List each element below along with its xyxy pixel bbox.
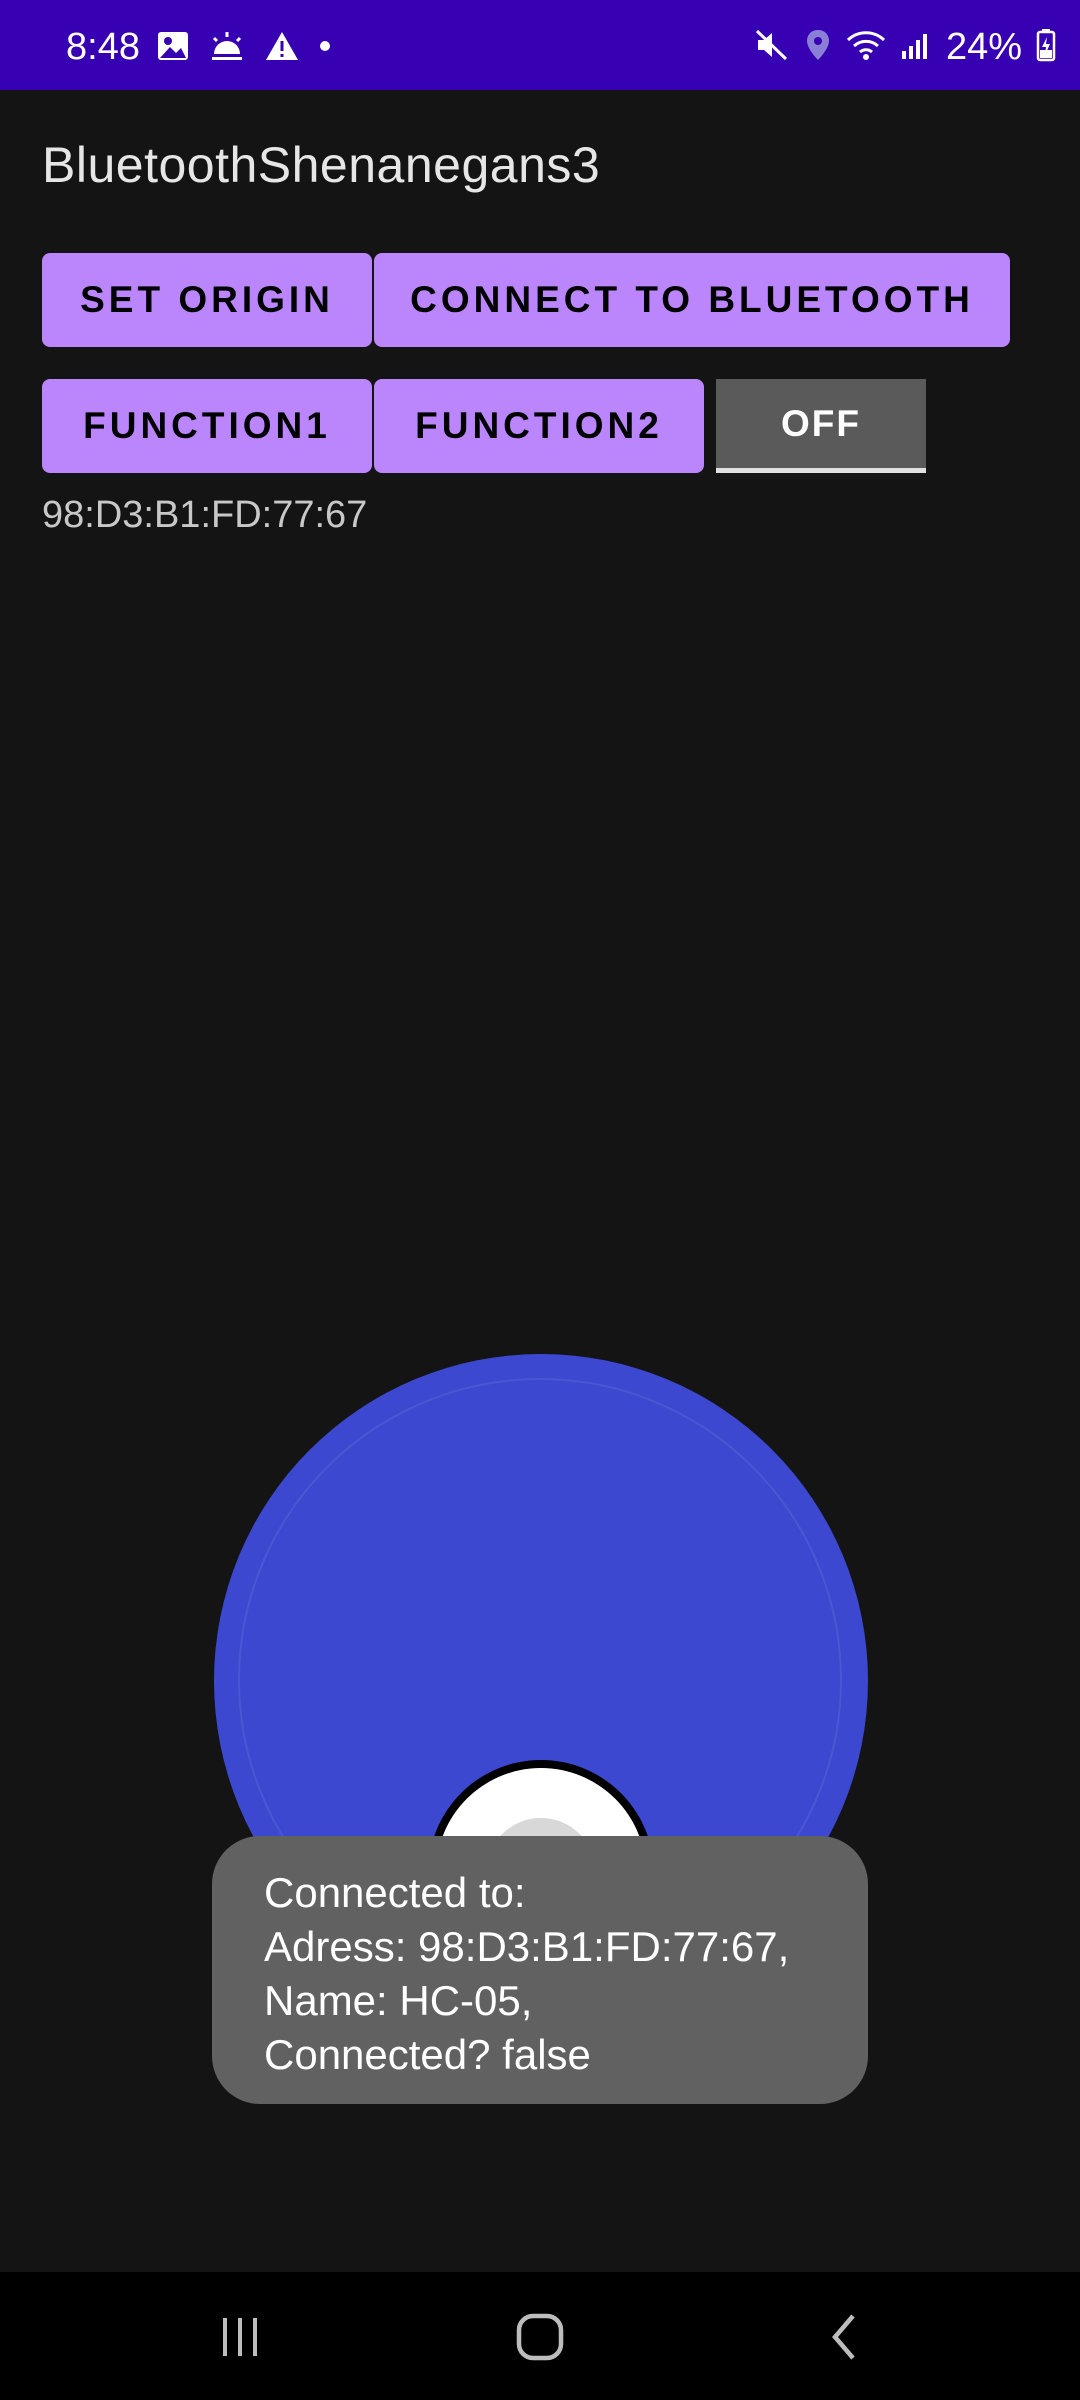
toast-line: Name: HC-05, [264,1977,533,2024]
dot-icon [318,39,332,58]
wifi-icon [846,28,886,67]
battery-percent: 24% [945,26,1022,68]
recents-icon[interactable] [195,2302,285,2372]
signal-icon [900,29,932,66]
function1-button[interactable]: FUNCTION1 [42,379,372,473]
location-icon [804,28,832,67]
off-toggle-button[interactable]: OFF [716,379,926,473]
connect-bluetooth-button[interactable]: CONNECT TO BLUETOOTH [374,253,1010,347]
toast-line: Adress: 98:D3:B1:FD:77:67, [264,1923,790,1970]
mute-icon [754,28,790,67]
weather-icon [208,30,246,67]
status-time: 8:48 [66,26,140,68]
back-icon[interactable] [800,2302,890,2372]
status-bar: 8:48 24% [0,0,1080,90]
warning-icon [264,30,300,67]
toast-line: Connected? false [264,2031,591,2078]
page-title: BluetoothShenanegans3 [42,137,601,193]
battery-icon [1036,28,1056,67]
set-origin-button[interactable]: SET ORIGIN [42,253,372,347]
connection-toast: Connected to: Adress: 98:D3:B1:FD:77:67,… [212,1836,868,2104]
toast-line: Connected to: [264,1869,526,1916]
home-icon[interactable] [495,2302,585,2372]
device-address: 98:D3:B1:FD:77:67 [42,494,368,536]
navigation-bar [0,2272,1080,2400]
gallery-icon [156,30,190,67]
function2-button[interactable]: FUNCTION2 [374,379,704,473]
